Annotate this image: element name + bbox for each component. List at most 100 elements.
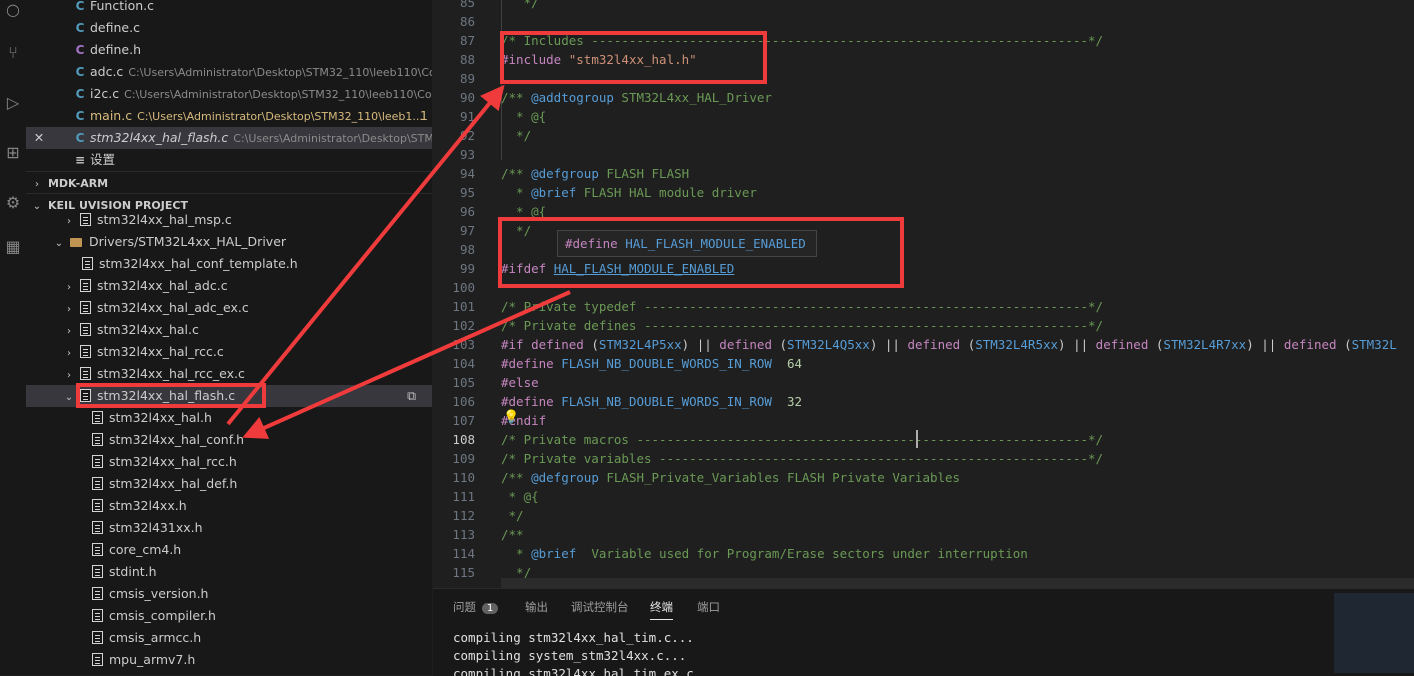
- c-file-icon: C: [75, 21, 85, 35]
- file-icon: [92, 609, 103, 622]
- file-icon: [92, 433, 103, 446]
- problem-count: 1: [420, 108, 428, 123]
- open-editor-item[interactable]: C main.c C:\Users\Administrator\Desktop\S…: [26, 105, 432, 127]
- open-editor-item[interactable]: C define.c: [26, 17, 432, 39]
- tree-item[interactable]: mpu_armv7.h: [26, 649, 432, 671]
- tree-item[interactable]: › stm32l4xx_hal_rcc.c: [26, 341, 432, 363]
- chevron-right-icon: ›: [67, 348, 71, 359]
- tree-item[interactable]: stm32l431xx.h: [26, 517, 432, 539]
- tree-label: stm32l4xx_hal_conf.h: [109, 432, 245, 447]
- tree-item[interactable]: stm32l4xx_hal_conf.h: [26, 429, 432, 451]
- run-debug-icon[interactable]: ▷: [3, 93, 23, 113]
- file-icon: [92, 411, 103, 424]
- file-icon: [79, 389, 91, 402]
- settings-list-icon: ≡: [74, 153, 86, 167]
- chevron-down-icon: ⌄: [64, 392, 74, 403]
- folder-icon: [69, 238, 82, 247]
- copy-icon[interactable]: ⧉: [407, 385, 416, 407]
- lightbulb-icon[interactable]: 💡: [503, 410, 519, 425]
- close-icon[interactable]: ✕: [26, 127, 52, 149]
- chevron-right-icon: ›: [67, 370, 71, 381]
- tree-item[interactable]: cmsis_compiler.h: [26, 605, 432, 627]
- tree-item[interactable]: › stm32l4xx_hal_adc_ex.c: [26, 297, 432, 319]
- tree-label: stm32l431xx.h: [109, 520, 203, 535]
- tree-item[interactable]: › stm32l4xx_hal.c: [26, 319, 432, 341]
- tree-item[interactable]: stm32l4xx.h: [26, 495, 432, 517]
- open-editor-path: C:\Users\Administrator\Desktop\STM32_110…: [124, 88, 432, 101]
- tree-item[interactable]: › stm32l4xx_hal_rcc_ex.c: [26, 363, 432, 385]
- tab-debug-console[interactable]: 调试控制台: [571, 599, 629, 615]
- tree-item[interactable]: stm32l4xx_hal_def.h: [26, 473, 432, 495]
- file-icon: [92, 499, 103, 512]
- tree-label: stm32l4xx_hal_def.h: [109, 476, 238, 491]
- problems-badge: 1: [482, 603, 499, 614]
- tree-item[interactable]: stm32l4xx_hal_rcc.h: [26, 451, 432, 473]
- open-editor-name: stm32l4xx_hal_flash.c: [89, 130, 229, 145]
- tree-label: stm32l4xx_hal_adc_ex.c: [96, 300, 249, 315]
- c-file-icon: C: [75, 131, 85, 145]
- hover-tooltip: #define HAL_FLASH_MODULE_ENABLED: [557, 230, 817, 257]
- chevron-right-icon: ›: [67, 304, 71, 315]
- open-editor-name: Function.c: [89, 0, 154, 13]
- explorer-sidebar: C Function.c C define.c C define.h C adc…: [26, 0, 432, 675]
- remote-icon[interactable]: ⚙: [3, 193, 23, 213]
- open-editor-item[interactable]: C adc.c C:\Users\Administrator\Desktop\ST…: [26, 61, 432, 83]
- tree-label: stm32l4xx_hal_flash.c: [96, 388, 236, 403]
- tree-item[interactable]: cmsis_version.h: [26, 583, 432, 605]
- section-mdk-arm[interactable]: › MDK-ARM: [26, 171, 432, 194]
- h-file-icon: C: [75, 43, 85, 57]
- chip-icon[interactable]: ▦: [3, 237, 23, 257]
- open-editor-item[interactable]: C i2c.c C:\Users\Administrator\Desktop\ST…: [26, 83, 432, 105]
- open-editor-path: C:\Users\Administrator\Desktop\STM32_...: [233, 132, 432, 145]
- open-editor-item[interactable]: C define.h: [26, 39, 432, 61]
- tree-label: stdint.h: [109, 564, 157, 579]
- source-control-icon[interactable]: ⑂: [3, 43, 23, 63]
- tree-item[interactable]: core_cm4.h: [26, 539, 432, 561]
- tree-item[interactable]: stm32l4xx_hal_conf_template.h: [26, 253, 432, 275]
- open-editor-item-active[interactable]: ✕ C stm32l4xx_hal_flash.c C:\Users\Adminis…: [26, 127, 432, 149]
- sticky-scroll-shadow: [501, 578, 1414, 588]
- tree-label: cmsis_compiler.h: [109, 608, 216, 623]
- watermark-logo: [1334, 593, 1414, 673]
- tree-item[interactable]: cmsis_armcc.h: [26, 627, 432, 649]
- file-icon: [92, 477, 103, 490]
- tree-item-selected[interactable]: ⌄ stm32l4xx_hal_flash.c ⧉: [26, 385, 432, 407]
- chevron-right-icon: ›: [35, 179, 39, 190]
- search-icon[interactable]: ○: [3, 0, 23, 20]
- file-icon: [79, 301, 91, 314]
- open-editor-item[interactable]: ≡ 设置: [26, 149, 432, 171]
- tree-item[interactable]: › stm32l4xx_hal_adc.c: [26, 275, 432, 297]
- tree-item[interactable]: stdint.h: [26, 561, 432, 583]
- c-file-icon: C: [75, 109, 85, 123]
- macro-link[interactable]: HAL_FLASH_MODULE_ENABLED: [554, 261, 735, 276]
- open-editor-name: adc.c: [89, 64, 124, 79]
- file-icon: [92, 455, 103, 468]
- extensions-icon[interactable]: ⊞: [3, 143, 23, 163]
- tree-label: stm32l4xx_hal_conf_template.h: [99, 256, 298, 271]
- tree-folder[interactable]: ⌄ Drivers/STM32L4xx_HAL_Driver: [26, 231, 432, 253]
- file-icon: [92, 587, 103, 600]
- tree-label: cmsis_version.h: [109, 586, 209, 601]
- tree-label: stm32l4xx_hal.c: [96, 322, 199, 337]
- open-editor-item[interactable]: C Function.c: [26, 0, 432, 17]
- chevron-right-icon: ›: [67, 216, 71, 227]
- chevron-down-icon: ⌄: [54, 238, 64, 249]
- bottom-panel: 问题 1 输出 调试控制台 终端 端口 compiling stm32l4xx_h…: [433, 588, 1414, 676]
- tree-label: stm32l4xx_hal_rcc_ex.c: [96, 366, 245, 381]
- code-editor[interactable]: 85 */ 86 87/* Includes -----------------…: [433, 0, 1414, 588]
- tab-problems[interactable]: 问题 1: [453, 599, 499, 615]
- file-icon: [79, 345, 91, 358]
- tree-label: stm32l4xx.h: [109, 498, 187, 513]
- file-icon: [79, 279, 91, 292]
- open-editor-path: C:\Users\Administrator\Desktop\STM32_110…: [128, 66, 432, 79]
- activity-bar: ○ ⑂ ▷ ⊞ ⚙ ▦: [0, 0, 26, 675]
- tab-terminal[interactable]: 终端: [650, 599, 673, 620]
- tab-ports[interactable]: 端口: [697, 599, 720, 615]
- tree-item[interactable]: stm32l4xx_hal.h: [26, 407, 432, 429]
- file-icon: [79, 367, 91, 380]
- tree-item[interactable]: › stm32l4xx_hal_msp.c: [26, 209, 432, 231]
- open-editor-path: C:\Users\Administrator\Desktop\STM32_110…: [137, 110, 423, 123]
- terminal-line: compiling stm32l4xx_hal_tim.c...: [453, 630, 694, 645]
- tab-output[interactable]: 输出: [525, 599, 548, 615]
- tree-label: stm32l4xx_hal_msp.c: [96, 212, 232, 227]
